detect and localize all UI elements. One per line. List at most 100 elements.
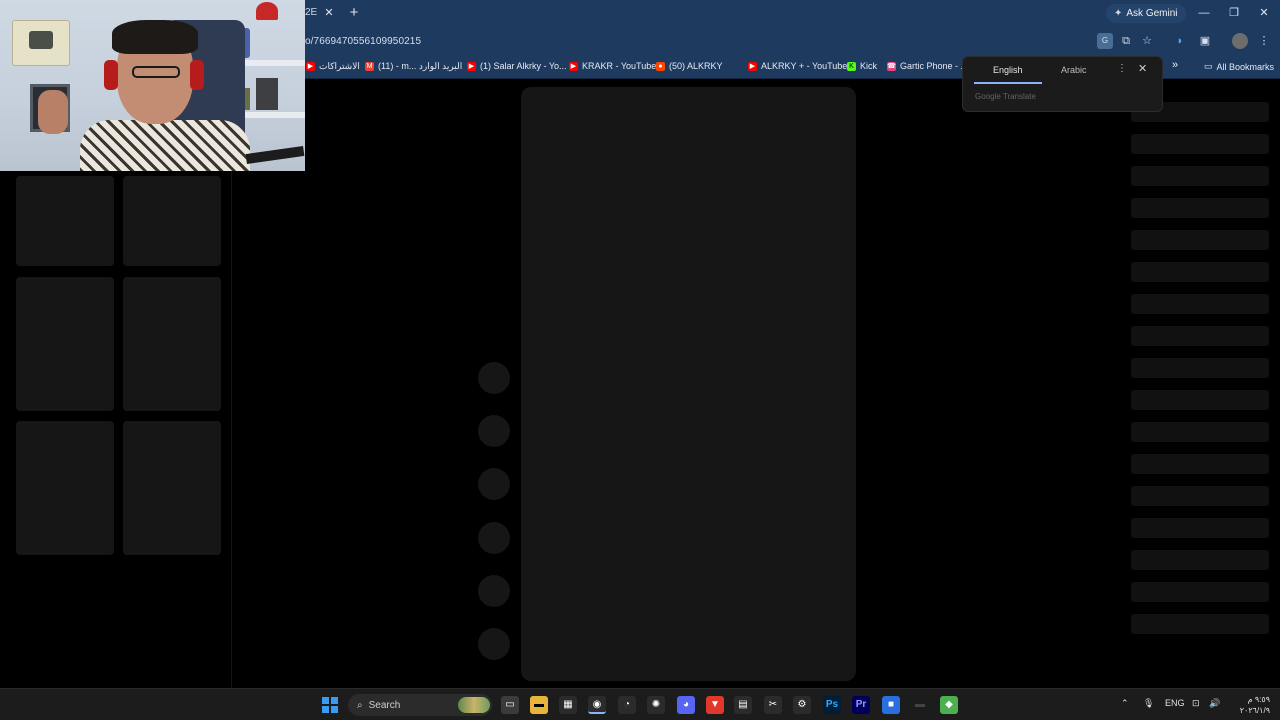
action-button-placeholder[interactable] [478, 362, 510, 394]
file-explorer-icon[interactable]: ▬ [530, 696, 548, 714]
folder-icon: ▭ [1204, 61, 1213, 71]
kick-icon: K [847, 61, 856, 71]
bookmark-item[interactable]: K Kick [847, 61, 877, 71]
reddit-icon: ● [656, 61, 665, 71]
all-bookmarks-label: All Bookmarks [1216, 61, 1275, 72]
steam-icon[interactable]: ⚙ [793, 696, 811, 714]
skeleton-list-item [1131, 422, 1269, 442]
skeleton-list-item [1131, 326, 1269, 346]
youtube-icon: ▶ [467, 61, 476, 71]
app-icon[interactable]: ■ [882, 696, 900, 714]
url-text[interactable]: o/7669470556109950215 [305, 36, 421, 47]
webcam-overlay [0, 0, 305, 171]
capcut-icon[interactable]: ✂ [764, 696, 782, 714]
bookmarks-overflow-chevron-icon[interactable]: » [1172, 59, 1178, 71]
active-tab-indicator [974, 82, 1042, 84]
person-shirt [80, 120, 250, 171]
skeleton-thumb [16, 176, 114, 266]
minimize-button[interactable]: — [1193, 4, 1215, 22]
store-icon[interactable]: ▦ [559, 696, 577, 714]
microphone-icon[interactable]: 🎙 [1143, 698, 1154, 709]
bookmark-label: الاشتراكات [319, 61, 360, 71]
translate-icon[interactable]: G [1097, 33, 1113, 49]
microphone-arm [245, 146, 305, 164]
windows-start-icon[interactable] [322, 697, 338, 713]
brave-icon[interactable]: ▼ [706, 696, 724, 714]
clock-date: ٢٠٢٦/١/٩ [1239, 706, 1270, 715]
bookmark-label: (11) - m... البريد الوارد [378, 61, 463, 71]
volume-icon[interactable]: 🔊 [1209, 698, 1220, 709]
screen: 2E ✕ + ✦ Ask Gemini — ❐ ✕ o/766947055610… [0, 0, 1280, 720]
taskbar-clock[interactable]: ٩:٥٩ م ٢٠٢٦/١/٩ [1228, 694, 1270, 716]
translate-popup: English Arabic ⋮ ✕ Google Translate [962, 56, 1163, 112]
skeleton-list-item [1131, 230, 1269, 250]
task-view-icon[interactable]: ▭ [501, 696, 519, 714]
discord-icon[interactable]: ◕ [677, 696, 695, 714]
chrome-icon[interactable]: ◉ [588, 696, 606, 714]
bookmark-item[interactable]: ▶ الاشتراكات [306, 61, 360, 72]
language-indicator[interactable]: ENG [1165, 698, 1185, 708]
person-hair [112, 20, 198, 54]
translate-options-kebab-icon[interactable]: ⋮ [1117, 63, 1127, 74]
translate-tab-arabic[interactable]: Arabic [1061, 65, 1087, 75]
play-button-plaque-icon [29, 31, 53, 49]
extension-wave-icon[interactable]: ◗ [1172, 33, 1188, 49]
close-window-button[interactable]: ✕ [1253, 4, 1275, 22]
search-icon: ⌕ [357, 699, 363, 711]
bookmark-item[interactable]: ▶ KRAKR - YouTube [569, 61, 656, 71]
menu-kebab-icon[interactable]: ⋮ [1256, 33, 1272, 49]
translate-tab-english[interactable]: English [993, 65, 1023, 75]
santa-hat [256, 2, 278, 20]
skeleton-list-item [1131, 582, 1269, 602]
network-icon[interactable]: ⊡ [1192, 698, 1200, 709]
bookmark-label: Gartic Phone - ... [900, 61, 969, 71]
tray-overflow-chevron-icon[interactable]: ⌃ [1121, 698, 1129, 709]
bookmark-label: KRAKR - YouTube [582, 61, 657, 71]
search-highlight-image [458, 697, 490, 713]
photoshop-icon[interactable]: Ps [823, 696, 841, 714]
new-tab-button[interactable]: + [346, 4, 362, 22]
action-button-placeholder[interactable] [478, 468, 510, 500]
skeleton-list-item [1131, 262, 1269, 282]
youtube-icon: ▶ [569, 61, 578, 71]
bookmark-label: Kick [860, 61, 878, 71]
taskbar-search[interactable]: ⌕ Search [348, 694, 492, 716]
bookmark-star-icon[interactable]: ☆ [1139, 33, 1155, 49]
shelf-item [256, 78, 278, 110]
action-button-placeholder[interactable] [478, 575, 510, 607]
ask-gemini-button[interactable]: ✦ Ask Gemini [1106, 4, 1186, 23]
tab-title-fragment[interactable]: 2E [305, 7, 317, 18]
skeleton-list-item [1131, 134, 1269, 154]
profile-avatar-icon[interactable] [1232, 33, 1248, 49]
person-glasses [132, 66, 180, 78]
steelseries-icon[interactable]: ✺ [647, 696, 665, 714]
skeleton-list-item [1131, 166, 1269, 186]
all-bookmarks-button[interactable]: ▭ All Bookmarks [1204, 61, 1274, 72]
gmail-icon: M [365, 62, 374, 71]
skeleton-list-item [1131, 358, 1269, 378]
video-player-placeholder[interactable] [521, 87, 856, 681]
bookmark-item[interactable]: ▶ ALKRKY + - YouTube [748, 61, 847, 71]
tab-close-icon[interactable]: ✕ [322, 6, 336, 20]
ask-gemini-label: Ask Gemini [1126, 8, 1178, 19]
app-icon[interactable]: ▤ [734, 696, 752, 714]
skeleton-list-item [1131, 614, 1269, 634]
translate-close-icon[interactable]: ✕ [1138, 62, 1147, 75]
skeleton-thumb [16, 421, 114, 555]
app-icon[interactable]: ▬ [911, 696, 929, 714]
bookmark-item[interactable]: ● (50) ALKRKY [656, 61, 723, 71]
bookmark-item[interactable]: M (11) - m... البريد الوارد [365, 61, 462, 72]
minecraft-icon[interactable]: ◆ [940, 696, 958, 714]
extensions-puzzle-icon[interactable]: ▣ [1197, 33, 1213, 49]
action-button-placeholder[interactable] [478, 628, 510, 660]
bookmark-item[interactable]: ☎ Gartic Phone - ... [887, 61, 968, 71]
restore-button[interactable]: ❐ [1223, 4, 1245, 22]
action-button-placeholder[interactable] [478, 522, 510, 554]
google-translate-brand: Google Translate [975, 92, 1036, 101]
premiere-icon[interactable]: Pr [852, 696, 870, 714]
skeleton-thumb [16, 277, 114, 411]
app-icon[interactable]: ◔ [618, 696, 636, 714]
cast-icon[interactable]: ⧉ [1118, 33, 1134, 49]
bookmark-item[interactable]: ▶ (1) Salar Alkrky - Yo... [467, 61, 567, 71]
action-button-placeholder[interactable] [478, 415, 510, 447]
